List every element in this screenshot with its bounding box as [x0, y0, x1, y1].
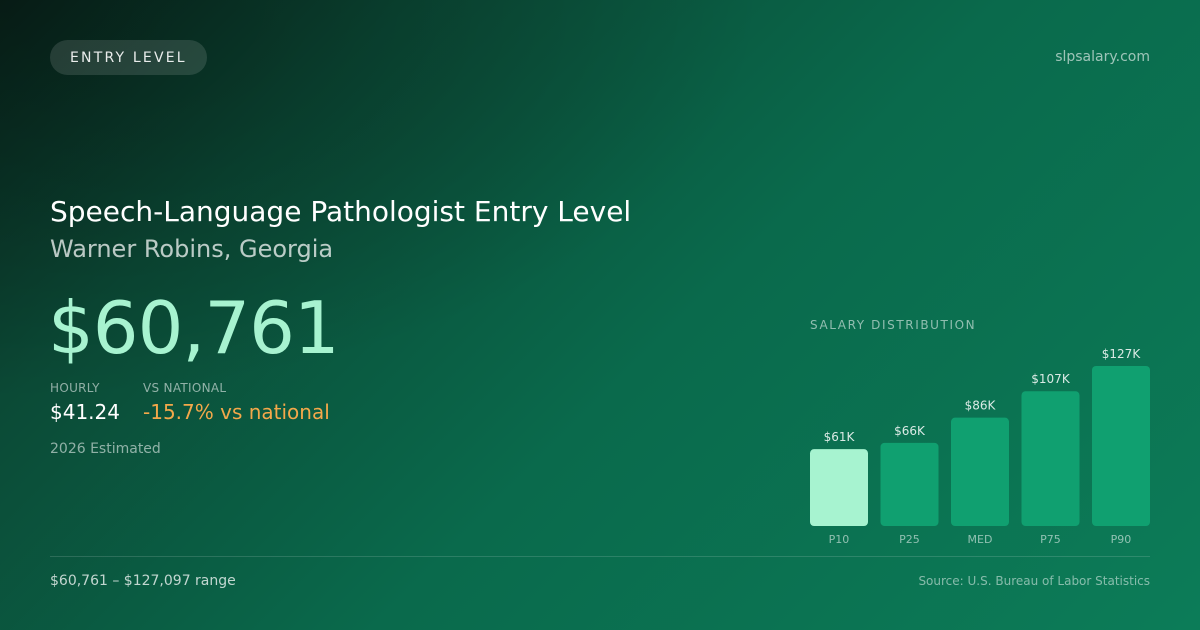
bar-value-label: $127K [1102, 347, 1142, 361]
bar-category-label: P90 [1111, 533, 1132, 546]
bar-p75 [1021, 391, 1080, 526]
page-title: Speech-Language Pathologist Entry Level [50, 195, 632, 228]
bar-value-label: $107K [1031, 372, 1071, 386]
site-domain: slpsalary.com [1055, 49, 1150, 65]
bar-value-label: $61K [824, 430, 856, 444]
bar-category-label: P10 [829, 533, 850, 546]
level-badge-label: ENTRY LEVEL [70, 49, 187, 66]
bar-category-label: P25 [899, 533, 920, 546]
hourly-value: $41.24 [50, 400, 120, 424]
level-badge: ENTRY LEVEL [50, 40, 207, 75]
salary-distribution-chart: $61K P10 $66K P25 $86K MED $107K P75 $127K P90 [810, 347, 1150, 546]
bar-value-label: $86K [965, 399, 997, 413]
bar-category-label: P75 [1040, 533, 1061, 546]
estimate-year-note: 2026 Estimated [50, 441, 161, 457]
bar-p90 [1092, 366, 1150, 526]
bar-p10 [810, 449, 868, 526]
salary-range: $60,761 – $127,097 range [50, 573, 236, 589]
data-source: Source: U.S. Bureau of Labor Statistics [918, 574, 1150, 588]
location-subtitle: Warner Robins, Georgia [50, 235, 334, 263]
annual-salary: $60,761 [48, 286, 340, 370]
vs-national-value: -15.7% vs national [143, 400, 330, 424]
vs-national-label: VS NATIONAL [143, 381, 227, 395]
hourly-label: HOURLY [50, 381, 100, 395]
salary-card: ENTRY LEVEL slpsalary.com Speech-Languag… [0, 0, 1200, 630]
bar-value-label: $66K [894, 424, 926, 438]
bar-p25 [880, 442, 939, 526]
bar-med [951, 417, 1009, 526]
footer-divider [50, 556, 1150, 557]
bar-category-label: MED [968, 533, 993, 546]
